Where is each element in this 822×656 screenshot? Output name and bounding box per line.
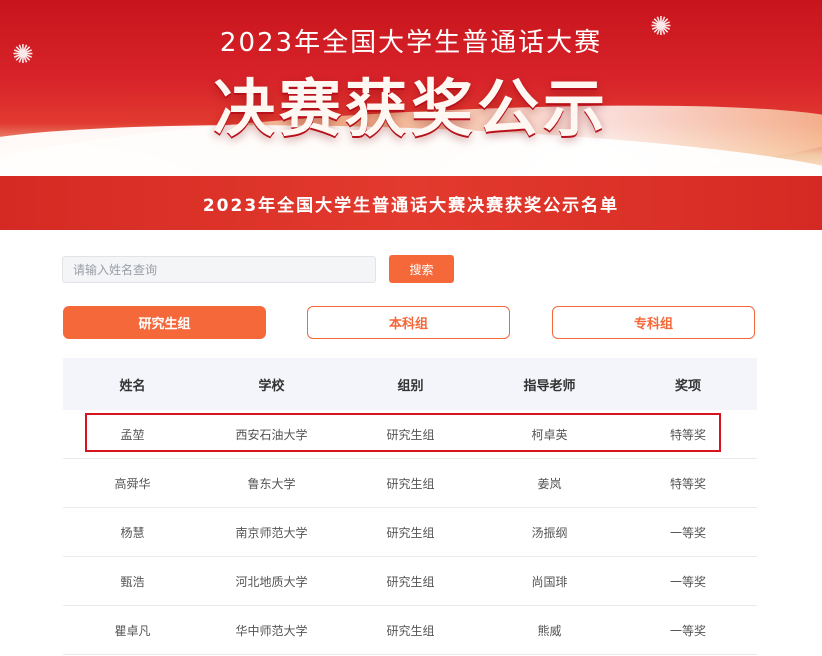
table-header: 姓名 学校 组别 指导老师 奖项 (63, 358, 757, 410)
cell-school: 西安石油大学 (235, 427, 308, 442)
search-button[interactable]: 搜索 (389, 255, 454, 283)
table-row: 甄浩 河北地质大学 研究生组 尚国琲 一等奖 (63, 557, 757, 606)
cell-group: 研究生组 (386, 427, 435, 442)
search-input[interactable] (62, 256, 376, 283)
cell-advisor: 熊威 (537, 623, 562, 638)
list-title: 2023年全国大学生普通话大赛决赛获奖公示名单 (0, 176, 822, 230)
table-row: 高舜华 鲁东大学 研究生组 姜岚 特等奖 (63, 459, 757, 508)
cell-school: 华中师范大学 (235, 623, 308, 638)
cell-group: 研究生组 (386, 623, 435, 638)
header-name: 姓名 (119, 378, 146, 394)
header-school: 学校 (258, 378, 285, 394)
cell-group: 研究生组 (386, 574, 435, 589)
cell-name: 甄浩 (120, 574, 145, 589)
cell-school: 南京师范大学 (235, 525, 308, 540)
cell-award: 特等奖 (669, 427, 706, 442)
cell-award: 一等奖 (669, 574, 706, 589)
cell-award: 特等奖 (669, 476, 706, 491)
table-row: 瞿卓凡 华中师范大学 研究生组 熊威 一等奖 (63, 606, 757, 655)
cell-group: 研究生组 (386, 525, 435, 540)
header-advisor: 指导老师 (523, 378, 576, 394)
table-row: 杨慧 南京师范大学 研究生组 汤振纲 一等奖 (63, 508, 757, 557)
banner-title: 决赛获奖公示 (212, 72, 609, 145)
tab-undergraduate[interactable]: 本科组 (307, 306, 510, 339)
tab-graduate[interactable]: 研究生组 (63, 306, 266, 339)
cell-school: 鲁东大学 (247, 476, 296, 491)
cell-name: 瞿卓凡 (114, 623, 151, 638)
cell-school: 河北地质大学 (235, 574, 308, 589)
cell-name: 孟堃 (120, 427, 145, 442)
results-table: 姓名 学校 组别 指导老师 奖项 孟堃 西安石油大学 研究生组 柯卓英 特等奖 … (63, 358, 757, 655)
cell-advisor: 汤振纲 (531, 525, 568, 540)
banner: ✺ ✺ 2023年全国大学生普通话大赛 决赛获奖公示 (0, 0, 822, 176)
cell-award: 一等奖 (669, 623, 706, 638)
header-award: 奖项 (674, 378, 701, 394)
cell-name: 高舜华 (114, 476, 151, 491)
banner-subtitle: 2023年全国大学生普通话大赛 (219, 28, 603, 58)
cell-award: 一等奖 (669, 525, 706, 540)
cell-advisor: 姜岚 (537, 476, 562, 491)
tab-junior-college[interactable]: 专科组 (552, 306, 755, 339)
cell-advisor: 柯卓英 (531, 427, 568, 442)
cell-advisor: 尚国琲 (531, 574, 568, 589)
header-group: 组别 (397, 378, 424, 394)
table-row: 孟堃 西安石油大学 研究生组 柯卓英 特等奖 (63, 410, 757, 459)
cell-name: 杨慧 (120, 525, 145, 540)
cell-group: 研究生组 (386, 476, 435, 491)
